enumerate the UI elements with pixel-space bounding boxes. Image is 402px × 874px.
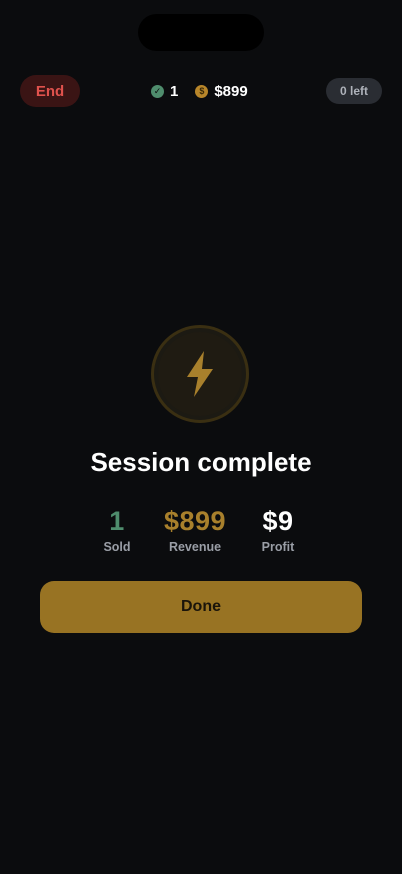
stat-revenue: $899 Revenue	[150, 504, 240, 554]
remaining-label: 0 left	[339, 84, 368, 98]
page-title: Session complete	[90, 447, 312, 477]
dollar-coin-icon: $	[195, 84, 209, 98]
end-button-label: End	[35, 82, 65, 100]
stat-revenue-label: Revenue	[168, 540, 222, 554]
done-button[interactable]: Done	[40, 581, 362, 633]
stat-profit: $9 Profit	[252, 504, 304, 554]
remaining-badge: 0 left	[326, 78, 382, 104]
session-complete-badge	[151, 325, 249, 423]
stat-profit-label: Profit	[261, 540, 295, 554]
sold-count: 1	[170, 82, 179, 100]
stat-sold: 1 Sold	[92, 504, 142, 554]
done-button-label: Done	[181, 598, 221, 615]
revenue-total: $899	[214, 82, 248, 100]
lightning-bolt-icon	[187, 351, 213, 397]
stat-sold-value: 1	[109, 506, 125, 536]
end-session-button[interactable]: End	[20, 75, 80, 107]
badge-inner	[158, 332, 242, 416]
stat-revenue-value: $899	[163, 506, 227, 536]
dynamic-island	[138, 14, 264, 51]
header-stats: ✓ 1 $ $899	[151, 80, 248, 102]
stat-profit-value: $9	[262, 506, 294, 536]
stat-sold-label: Sold	[103, 540, 131, 554]
check-circle-icon: ✓	[151, 84, 164, 98]
